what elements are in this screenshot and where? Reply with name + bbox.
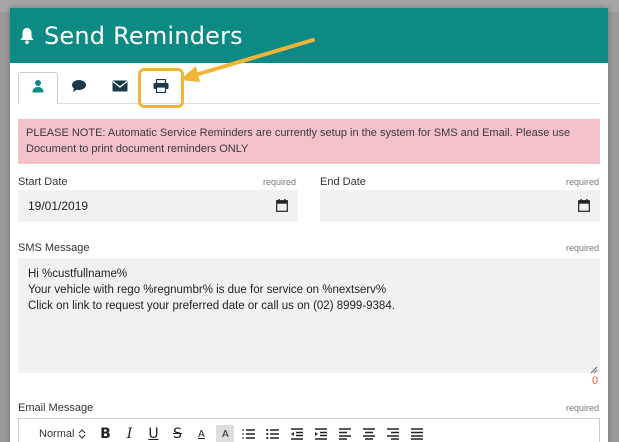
italic-button[interactable]: I — [120, 425, 138, 442]
tab-sms[interactable] — [59, 72, 99, 104]
sms-message-textarea[interactable]: Hi %custfullname% Your vehicle with rego… — [18, 258, 600, 374]
align-justify-icon[interactable] — [408, 425, 426, 442]
bold-button[interactable]: B — [96, 425, 114, 442]
bullet-list-icon[interactable] — [264, 425, 282, 442]
outdent-icon[interactable] — [288, 425, 306, 442]
tab-email[interactable] — [100, 72, 140, 104]
sms-message-label: SMS Message — [18, 242, 90, 254]
email-editor-toolbar: Normal B I U S A A — [18, 418, 600, 442]
person-icon — [31, 79, 45, 98]
select-arrows-icon — [79, 429, 86, 439]
notice-banner: PLEASE NOTE: Automatic Service Reminders… — [18, 119, 600, 164]
envelope-icon — [112, 79, 128, 97]
end-date-label: End Date — [320, 176, 366, 188]
calendar-icon[interactable] — [276, 199, 288, 212]
ordered-list-icon[interactable] — [240, 425, 258, 442]
email-message-required: required — [566, 403, 600, 413]
start-date-required: required — [263, 177, 297, 187]
annotation-arrow — [180, 38, 315, 82]
start-date-input[interactable]: 19/01/2019 — [18, 190, 298, 222]
sms-char-count: 0 — [592, 375, 599, 387]
align-center-icon[interactable] — [360, 425, 378, 442]
indent-icon[interactable] — [312, 425, 330, 442]
chat-bubble-icon — [71, 79, 87, 98]
font-color-button[interactable]: A — [192, 425, 210, 442]
end-date-input[interactable] — [320, 190, 600, 222]
strike-button[interactable]: S — [168, 425, 186, 442]
sms-line: Your vehicle with rego %regnumbr% is due… — [28, 284, 387, 296]
background-color-button[interactable]: A — [216, 425, 235, 442]
bell-icon — [18, 26, 36, 46]
format-select[interactable]: Normal — [39, 428, 86, 440]
tab-person[interactable] — [18, 72, 58, 105]
start-date-value: 19/01/2019 — [28, 199, 89, 213]
sms-line: Hi %custfullname% — [28, 268, 128, 280]
align-left-icon[interactable] — [336, 425, 354, 442]
align-right-icon[interactable] — [384, 425, 402, 442]
start-date-label: Start Date — [18, 176, 68, 188]
sms-message-required: required — [566, 243, 600, 253]
underline-button[interactable]: U — [144, 425, 162, 442]
calendar-icon[interactable] — [578, 199, 590, 212]
end-date-required: required — [566, 177, 600, 187]
sms-line: Click on link to request your preferred … — [28, 300, 395, 312]
email-message-label: Email Message — [18, 402, 94, 414]
format-select-value: Normal — [39, 428, 75, 440]
resize-handle-icon[interactable] — [590, 363, 598, 374]
